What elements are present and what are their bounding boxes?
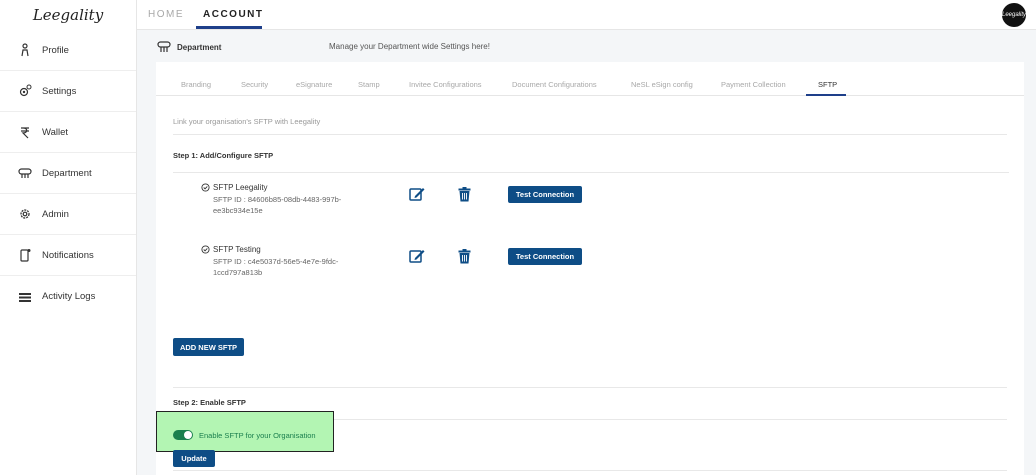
tab-payment-collection[interactable]: Payment Collection — [721, 80, 786, 89]
sidebar-item-label: Settings — [42, 85, 77, 97]
sidebar-item-label: Activity Logs — [42, 291, 96, 302]
trash-icon[interactable] — [458, 187, 471, 202]
sftp-id: SFTP ID : c4e5037d-56e5-4e7e-9fdc-1ccd79… — [213, 257, 339, 277]
tab-esignature[interactable]: eSignature — [296, 80, 332, 89]
tab-home[interactable]: HOME — [148, 9, 184, 20]
tab-nesl-esign-config[interactable]: NeSL eSign config — [631, 80, 693, 89]
avatar[interactable]: Leegality — [1002, 3, 1026, 27]
page-title: Department — [157, 41, 221, 53]
add-new-sftp-button[interactable]: ADD NEW SFTP — [173, 338, 244, 356]
sidebar-item-profile[interactable]: Profile — [0, 30, 136, 71]
divider — [173, 470, 1007, 471]
sftp-name-text: SFTP Testing — [213, 245, 261, 254]
sftp-description: Link your organisation's SFTP with Leega… — [173, 117, 321, 126]
department-icon — [157, 41, 171, 52]
check-circle-icon — [201, 183, 210, 192]
check-circle-icon — [201, 245, 210, 254]
tab-stamp[interactable]: Stamp — [358, 80, 380, 89]
edit-icon[interactable] — [409, 248, 425, 264]
rupee-icon — [18, 125, 32, 139]
sidebar-item-activity-logs[interactable]: Activity Logs — [0, 276, 136, 317]
sidebar-item-settings[interactable]: Settings — [0, 71, 136, 112]
sidebar-item-wallet[interactable]: Wallet — [0, 112, 136, 153]
department-icon — [18, 166, 32, 180]
sftp-item-name: SFTP Testing — [201, 245, 261, 254]
admin-gear-icon — [18, 207, 32, 221]
sidebar-item-label: Notifications — [42, 249, 94, 261]
tab-security[interactable]: Security — [241, 80, 268, 89]
sftp-id: SFTP ID : 84606b85-08db-4483-997b-ee3bc9… — [213, 195, 342, 215]
edit-icon[interactable] — [409, 186, 425, 202]
leegality-logo[interactable]: Leegality — [0, 0, 136, 30]
sidebar-item-admin[interactable]: Admin — [0, 194, 136, 235]
test-connection-button[interactable]: Test Connection — [508, 248, 582, 265]
sidebar-item-notifications[interactable]: Notifications — [0, 235, 136, 276]
sidebar-item-label: Admin — [42, 208, 69, 220]
test-connection-button[interactable]: Test Connection — [508, 186, 582, 203]
tab-invitee-configurations[interactable]: Invitee Configurations — [409, 80, 482, 89]
divider — [173, 134, 1007, 135]
sftp-name-text: SFTP Leegality — [213, 183, 268, 192]
toggle-knob — [184, 431, 192, 439]
trash-icon[interactable] — [458, 249, 471, 264]
step1-title: Step 1: Add/Configure SFTP — [173, 151, 274, 160]
gear-icon — [18, 84, 32, 98]
settings-card: Branding Security eSignature Stamp Invit… — [156, 62, 1024, 475]
tab-sftp[interactable]: SFTP — [818, 80, 837, 89]
sidebar-item-label: Department — [42, 167, 92, 179]
sftp-item-name: SFTP Leegality — [201, 183, 268, 192]
sidebar-item-label: Wallet — [42, 126, 69, 138]
sidebar-item-label: Profile — [42, 44, 69, 56]
tab-branding[interactable]: Branding — [181, 80, 211, 89]
main-content: Department Manage your Department wide S… — [137, 30, 1036, 475]
tab-document-configurations[interactable]: Document Configurations — [512, 80, 597, 89]
phone-bell-icon — [18, 248, 32, 262]
active-tab-indicator — [196, 26, 262, 29]
tab-account[interactable]: ACCOUNT — [203, 9, 264, 20]
list-icon — [18, 290, 32, 304]
update-button[interactable]: Update — [173, 450, 215, 467]
page-subtitle: Manage your Department wide Settings her… — [329, 42, 490, 51]
enable-sftp-toggle[interactable] — [173, 430, 193, 440]
settings-tabs: Branding Security eSignature Stamp Invit… — [156, 62, 1024, 96]
sidebar: Leegality Profile Settings Wallet Depart… — [0, 0, 137, 475]
top-navigation: HOME ACCOUNT Leegality — [137, 0, 1036, 30]
sidebar-item-department[interactable]: Department — [0, 153, 136, 194]
person-icon — [18, 43, 32, 57]
enable-sftp-label: Enable SFTP for your Organisation — [199, 431, 316, 440]
divider — [173, 387, 1007, 388]
divider — [173, 172, 1009, 173]
page-title-text: Department — [177, 42, 222, 52]
step2-title: Step 2: Enable SFTP — [173, 398, 246, 407]
active-subtab-indicator — [806, 94, 846, 96]
